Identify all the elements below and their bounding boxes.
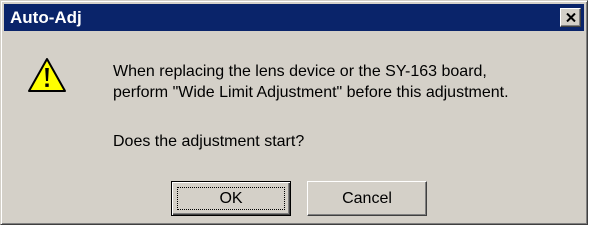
ok-button[interactable]: OK [171,181,291,216]
message-text: When replacing the lens device or the SY… [113,61,509,103]
close-button[interactable] [560,8,581,27]
cancel-button-label: Cancel [342,189,392,207]
message-line-1: When replacing the lens device or the SY… [113,63,487,80]
close-icon [565,13,576,22]
cancel-button[interactable]: Cancel [307,181,427,216]
warning-icon [28,58,66,92]
message-line-2: perform "Wide Limit Adjustment" before t… [113,84,509,101]
dialog-window: Auto-Adj When replacing the lens device … [0,0,588,225]
title-bar[interactable]: Auto-Adj [4,4,584,31]
window-title: Auto-Adj [10,8,82,27]
ok-button-label: OK [219,189,243,207]
question-text: Does the adjustment start? [113,133,305,150]
